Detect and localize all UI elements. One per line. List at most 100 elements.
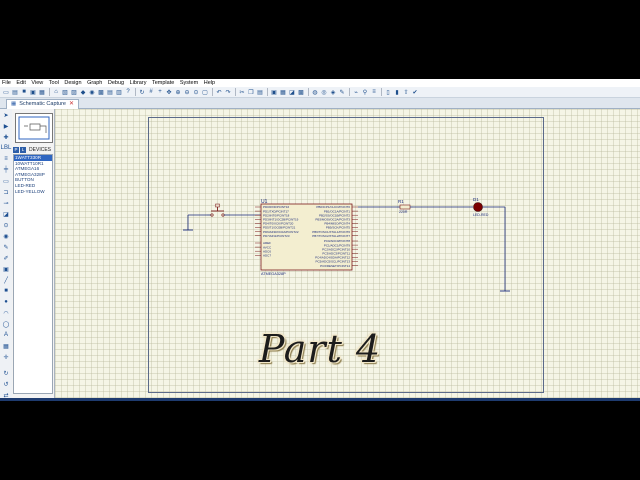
- ground-symbol-left[interactable]: [183, 215, 193, 231]
- tab-schematic-capture[interactable]: ▦ Schematic Capture ✕: [6, 99, 80, 109]
- make-device-icon[interactable]: ◎: [320, 88, 328, 96]
- current-probe-icon[interactable]: ✐: [2, 254, 10, 262]
- mcu-pin-label: ADC7: [263, 254, 271, 258]
- pick-device-icon[interactable]: ◍: [311, 88, 319, 96]
- close-icon[interactable]: ✕: [69, 100, 74, 109]
- zoom-area-icon[interactable]: ▢: [201, 88, 209, 96]
- line-icon[interactable]: ╱: [2, 276, 10, 284]
- schematic-tab-icon: ▦: [11, 101, 17, 107]
- resistor-value: 220R: [399, 210, 408, 214]
- menu-design[interactable]: Design: [62, 79, 83, 87]
- mcu-pin-label: PD7/AIN1/PCINT23: [263, 234, 290, 238]
- led-component[interactable]: D1 LED-RED: [473, 197, 489, 217]
- circle-icon[interactable]: ●: [2, 298, 10, 306]
- package-tool-icon[interactable]: ◈: [329, 88, 337, 96]
- text-script-icon[interactable]: ≡: [2, 155, 10, 163]
- menu-template[interactable]: Template: [150, 79, 176, 87]
- undo-icon[interactable]: ↶: [215, 88, 223, 96]
- menu-file[interactable]: File: [0, 79, 13, 87]
- button-component[interactable]: [207, 203, 230, 217]
- zoom-all-icon[interactable]: ⊙: [192, 88, 200, 96]
- menu-graph[interactable]: Graph: [85, 79, 104, 87]
- selection-mode-icon[interactable]: ➤: [2, 111, 10, 119]
- bom-icon[interactable]: ▤: [106, 88, 114, 96]
- block-rotate-icon[interactable]: ◪: [288, 88, 296, 96]
- grid-icon[interactable]: #: [147, 88, 155, 96]
- toolbar: ▭ ▤ ■ ▣ ▦ ⌂ ▧ ▨ ◆ ◉ ▩ ▤ ▥ ? ↻ # + ✥ ⊕ ⊖ …: [0, 87, 640, 98]
- selector-header: P L DEVICES: [13, 146, 53, 153]
- zoom-in-icon[interactable]: ⊕: [174, 88, 182, 96]
- mcu-pin-label: PB7/TOSC2/XTAL2/PCINT7: [312, 234, 350, 238]
- menu-help[interactable]: Help: [202, 79, 217, 87]
- junction-dot-icon[interactable]: ✚: [2, 133, 10, 141]
- import-icon[interactable]: ▣: [29, 88, 37, 96]
- overview-thumbnail: [18, 116, 50, 140]
- toolbar-separator: [135, 88, 136, 96]
- gerber-icon[interactable]: ◉: [88, 88, 96, 96]
- toolbar-separator: [308, 88, 309, 96]
- redo-icon[interactable]: ↷: [224, 88, 232, 96]
- menu-edit[interactable]: Edit: [14, 79, 27, 87]
- component-mode-icon[interactable]: ▶: [2, 122, 10, 130]
- mcu-pin-label: PC6/RESET/PCINT14: [320, 264, 350, 268]
- menu-system[interactable]: System: [178, 79, 200, 87]
- resistor-component[interactable]: R1 220R: [397, 199, 413, 214]
- menu-library[interactable]: Library: [128, 79, 149, 87]
- graph-icon[interactable]: ◪: [2, 210, 10, 218]
- new-sheet-icon[interactable]: ▯: [384, 88, 392, 96]
- source-code-icon[interactable]: ▥: [115, 88, 123, 96]
- box-icon[interactable]: ■: [2, 287, 10, 295]
- rotate-ccw-icon[interactable]: ↺: [2, 380, 10, 388]
- paste-icon[interactable]: ▤: [256, 88, 264, 96]
- copy-icon[interactable]: ❐: [247, 88, 255, 96]
- zoom-out-icon[interactable]: ⊖: [183, 88, 191, 96]
- devices-label: DEVICES: [29, 146, 51, 153]
- new-file-icon[interactable]: ▭: [2, 88, 10, 96]
- tab-strip: ▦ Schematic Capture ✕: [0, 98, 640, 109]
- export-icon[interactable]: ▦: [38, 88, 46, 96]
- list-item[interactable]: LED-YELLOW: [14, 189, 52, 195]
- decompose-icon[interactable]: ✎: [338, 88, 346, 96]
- subcircuit-icon[interactable]: ▭: [2, 177, 10, 185]
- exit-to-parent-icon[interactable]: ⇧: [402, 88, 410, 96]
- help-icon[interactable]: ?: [124, 88, 132, 96]
- tape-recorder-icon[interactable]: ⊙: [2, 221, 10, 229]
- overview-window[interactable]: [15, 113, 53, 143]
- led-part-label: LED-RED: [473, 213, 489, 217]
- electrical-rule-check-icon[interactable]: ✔: [411, 88, 419, 96]
- home-icon[interactable]: ⌂: [52, 88, 60, 96]
- schematic-icon[interactable]: ▧: [61, 88, 69, 96]
- search-icon[interactable]: ⚲: [361, 88, 369, 96]
- wire-label-icon[interactable]: LBL: [1, 144, 12, 152]
- arc-icon[interactable]: ◠: [2, 309, 10, 317]
- block-copy-icon[interactable]: ▣: [270, 88, 278, 96]
- open-folder-icon[interactable]: ▤: [11, 88, 19, 96]
- menu-tool[interactable]: Tool: [47, 79, 61, 87]
- block-delete-icon[interactable]: ▩: [297, 88, 305, 96]
- pan-icon[interactable]: ✥: [165, 88, 173, 96]
- voltage-probe-icon[interactable]: ✎: [2, 243, 10, 251]
- tab-label: Schematic Capture: [19, 101, 66, 107]
- remove-sheet-icon[interactable]: ▮: [393, 88, 401, 96]
- cut-icon[interactable]: ✂: [238, 88, 246, 96]
- toolbar-separator: [49, 88, 50, 96]
- toolbar-separator: [212, 88, 213, 96]
- save-icon[interactable]: ■: [20, 88, 28, 96]
- pcb-icon[interactable]: ▨: [70, 88, 78, 96]
- wire-autorouter-icon[interactable]: ⌁: [352, 88, 360, 96]
- buses-icon[interactable]: ╪: [2, 166, 10, 174]
- 3d-icon[interactable]: ◆: [79, 88, 87, 96]
- library-manager-button[interactable]: L: [20, 146, 26, 153]
- device-pins-icon[interactable]: ⊸: [2, 199, 10, 207]
- refresh-icon[interactable]: ↻: [138, 88, 146, 96]
- menu-debug[interactable]: Debug: [106, 79, 126, 87]
- menu-view[interactable]: View: [29, 79, 45, 87]
- block-move-icon[interactable]: ▦: [279, 88, 287, 96]
- property-tool-icon[interactable]: ≡: [370, 88, 378, 96]
- origin-icon[interactable]: +: [156, 88, 164, 96]
- design-explorer-icon[interactable]: ▩: [97, 88, 105, 96]
- pick-devices-button[interactable]: P: [13, 146, 19, 153]
- terminals-icon[interactable]: ⊐: [2, 188, 10, 196]
- generator-icon[interactable]: ◉: [2, 232, 10, 240]
- virtual-instruments-icon[interactable]: ▣: [2, 265, 10, 273]
